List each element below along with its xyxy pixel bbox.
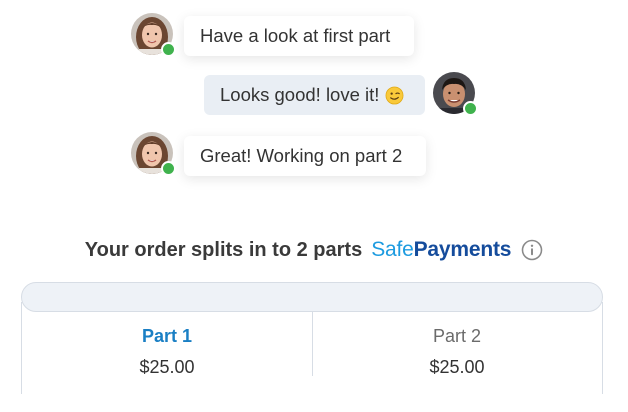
brand-part-safe: Safe	[371, 238, 414, 261]
part-2-label[interactable]: Part 2	[312, 326, 602, 347]
part-2-amount: $25.00	[429, 357, 485, 377]
online-status-dot	[161, 161, 176, 176]
message-text: Looks good! love it!	[220, 84, 380, 105]
online-status-dot	[161, 42, 176, 57]
winking-face-icon	[385, 86, 404, 104]
chat-message-incoming: Have a look at first part	[184, 16, 414, 56]
part-1-label[interactable]: Part 1	[22, 326, 312, 347]
brand-part-payments: Payments	[413, 238, 512, 261]
split-card-header	[21, 282, 603, 312]
avatar-woman	[131, 132, 176, 176]
safepayments-logo: SafePayments	[371, 238, 511, 262]
split-parts-card: Part 1 $25.00 Part 2 $25.00	[21, 282, 603, 412]
avatar-woman	[131, 13, 176, 57]
online-status-dot	[463, 101, 478, 116]
order-split-heading: Your order splits in to 2 parts SafePaym…	[0, 238, 628, 262]
chat-message-outgoing: Looks good! love it!	[204, 75, 425, 115]
part-1-column[interactable]: Part 1 $25.00	[22, 312, 312, 394]
message-text: Great! Working on part 2	[200, 145, 403, 166]
part-2-column[interactable]: Part 2 $25.00	[312, 312, 602, 394]
heading-text: Your order splits in to 2 parts	[84, 238, 363, 261]
part-1-amount: $25.00	[139, 357, 195, 377]
info-icon[interactable]	[521, 239, 543, 261]
chat-message-incoming: Great! Working on part 2	[184, 136, 426, 176]
avatar-man	[433, 72, 478, 116]
message-text: Have a look at first part	[200, 25, 391, 46]
card-right-border	[602, 302, 603, 394]
